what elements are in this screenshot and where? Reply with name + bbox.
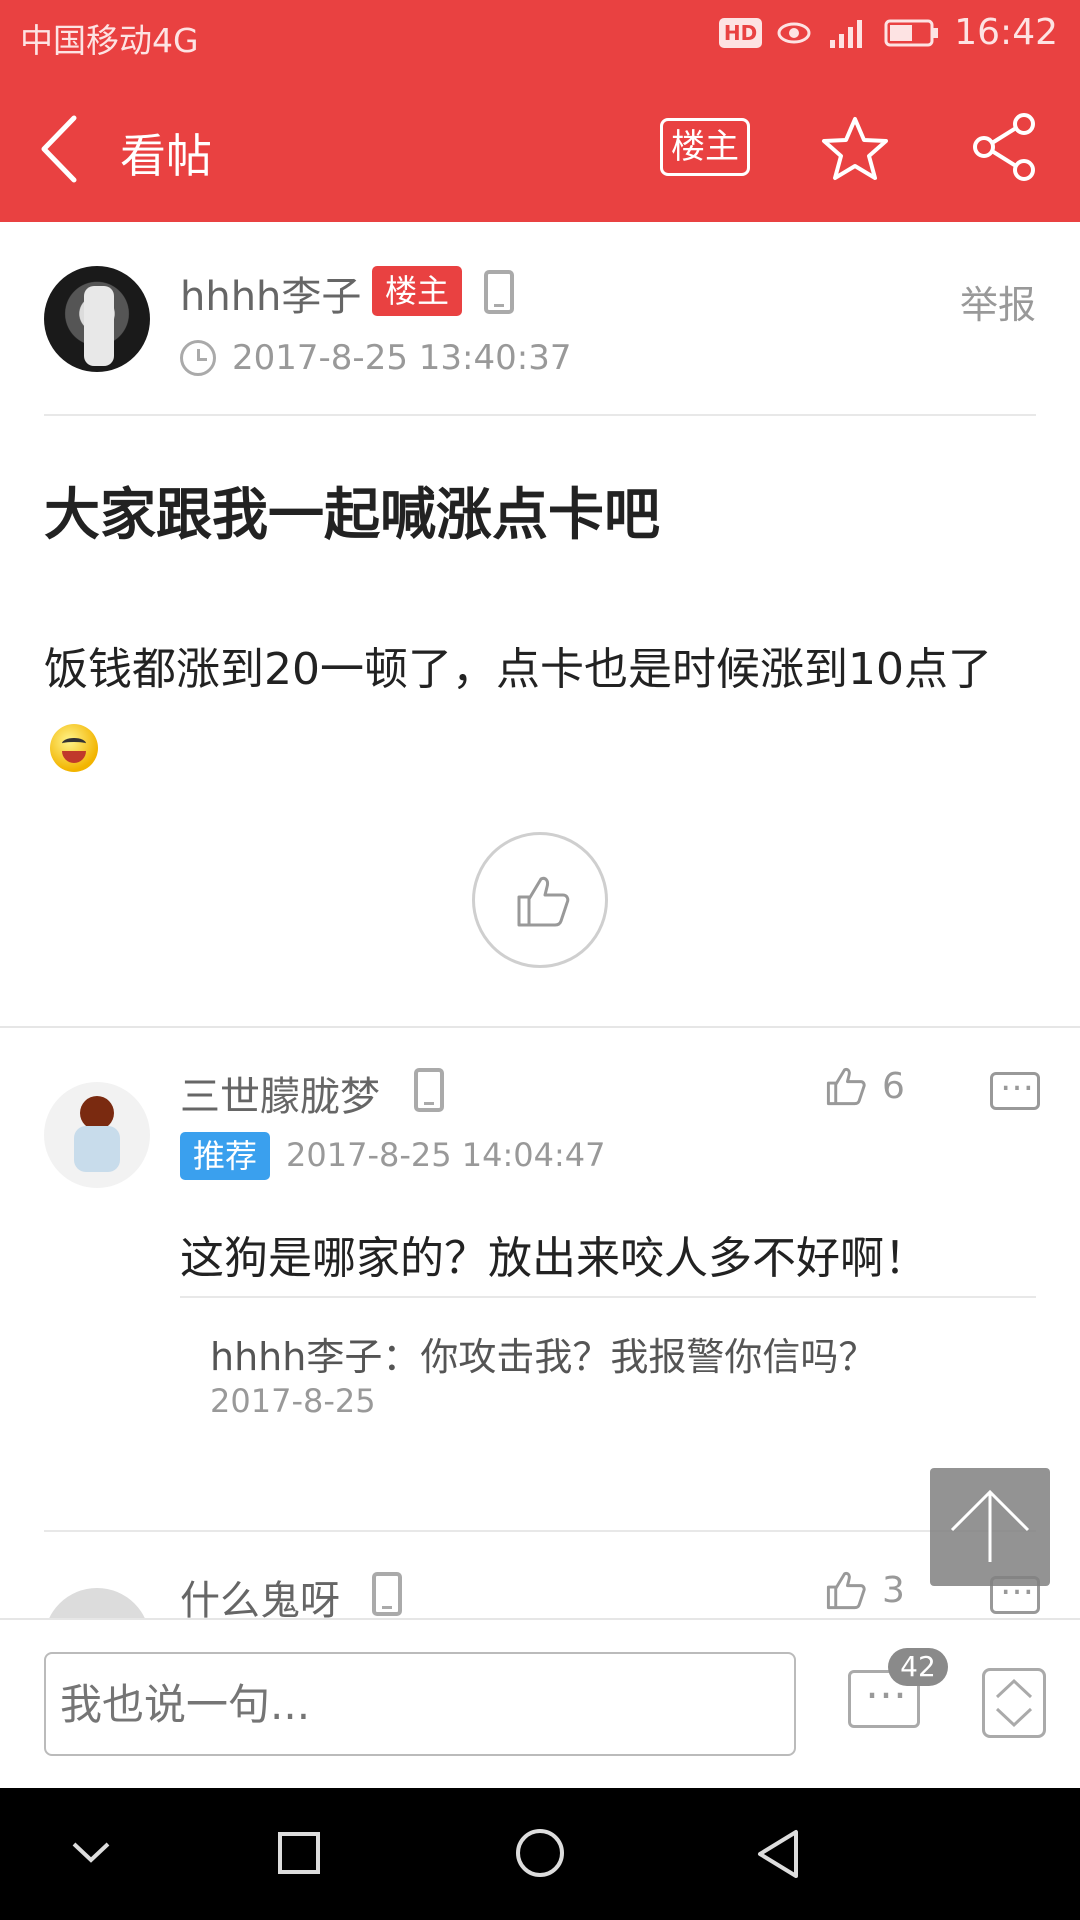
chevron-left-icon[interactable] [36, 112, 86, 186]
comment-author[interactable]: 什么鬼呀 [180, 1568, 340, 1618]
status-bar: 中国移动4G HD 16:42 [0, 0, 1080, 76]
post-meta: 2017-8-25 13:40:37 [180, 338, 571, 378]
app-bar: 看帖 楼主 [0, 76, 1080, 222]
post-body-text: 饭钱都涨到20一顿了，点卡也是时候涨到10点了 [44, 644, 992, 695]
smiley-emoji-icon [50, 724, 98, 772]
chevron-down-icon[interactable] [66, 1828, 116, 1878]
thumbs-up-icon [517, 876, 570, 927]
avatar[interactable] [44, 1082, 150, 1188]
recent-apps-icon[interactable] [274, 1828, 324, 1878]
reply-text: hhhh李子：你攻击我？我报警你信吗？ [210, 1335, 877, 1379]
hd-icon: HD [718, 17, 763, 48]
comment-author[interactable]: 三世朦胧梦 [180, 1064, 380, 1122]
system-nav-bar [0, 1788, 1080, 1920]
eye-icon [777, 22, 811, 43]
share-icon[interactable] [970, 112, 1040, 182]
back-icon[interactable] [754, 1828, 804, 1884]
reply-time: 2017-8-25 [210, 1382, 376, 1420]
divider [44, 1530, 1036, 1532]
phone-icon [372, 1572, 402, 1616]
recommend-badge: 推荐 [180, 1132, 270, 1180]
phone-icon [484, 270, 514, 314]
section-divider [0, 1026, 1080, 1028]
report-link[interactable]: 举报 [960, 274, 1036, 329]
reply-input[interactable] [44, 1652, 796, 1756]
avatar[interactable] [44, 1588, 150, 1618]
comment-like-button[interactable]: 3 [824, 1568, 905, 1612]
op-only-button[interactable]: 楼主 [660, 118, 750, 176]
comment-time: 2017-8-25 14:04:47 [286, 1136, 606, 1174]
home-icon[interactable] [512, 1828, 568, 1884]
like-post-button[interactable] [472, 832, 608, 968]
page-jump-button[interactable] [982, 1668, 1046, 1738]
post-body: 饭钱都涨到20一顿了，点卡也是时候涨到10点了 [44, 632, 1044, 784]
reply-bar: 42 [0, 1618, 1080, 1788]
comment-text: 这狗是哪家的？放出来咬人多不好啊！ [180, 1233, 928, 1284]
arrow-up-icon [950, 1489, 1030, 1562]
reply-comment-icon[interactable] [990, 1059, 1040, 1110]
divider [44, 414, 1036, 416]
clock-icon [180, 340, 216, 376]
star-icon[interactable] [820, 114, 890, 184]
page-title: 看帖 [120, 129, 212, 183]
clock-label: 16:42 [954, 12, 1058, 53]
divider [180, 1296, 1036, 1298]
avatar[interactable] [44, 266, 150, 372]
thumbs-up-icon [826, 1067, 866, 1106]
carrier-label: 中国移动4G [20, 21, 199, 60]
like-count: 3 [882, 1569, 905, 1611]
post-title: 大家跟我一起喊涨点卡吧 [44, 483, 660, 548]
op-badge: 楼主 [372, 266, 462, 316]
comment-like-button[interactable]: 6 [824, 1064, 905, 1108]
back-to-top-button[interactable] [930, 1468, 1050, 1586]
signal-icon [830, 19, 863, 48]
post-author[interactable]: hhhh李子 [180, 264, 361, 322]
comment-count-badge: 42 [888, 1648, 948, 1686]
thread-content[interactable]: hhhh李子 楼主 2017-8-25 13:40:37 举报 大家跟我一起喊涨… [0, 222, 1080, 1618]
like-count: 6 [882, 1065, 905, 1107]
battery-icon [884, 19, 939, 46]
thumbs-up-icon [826, 1571, 866, 1610]
chevron-up-down-icon [995, 1678, 1033, 1728]
post-time: 2017-8-25 13:40:37 [232, 338, 572, 378]
status-icons: HD 16:42 [718, 12, 1058, 53]
phone-icon [414, 1068, 444, 1112]
